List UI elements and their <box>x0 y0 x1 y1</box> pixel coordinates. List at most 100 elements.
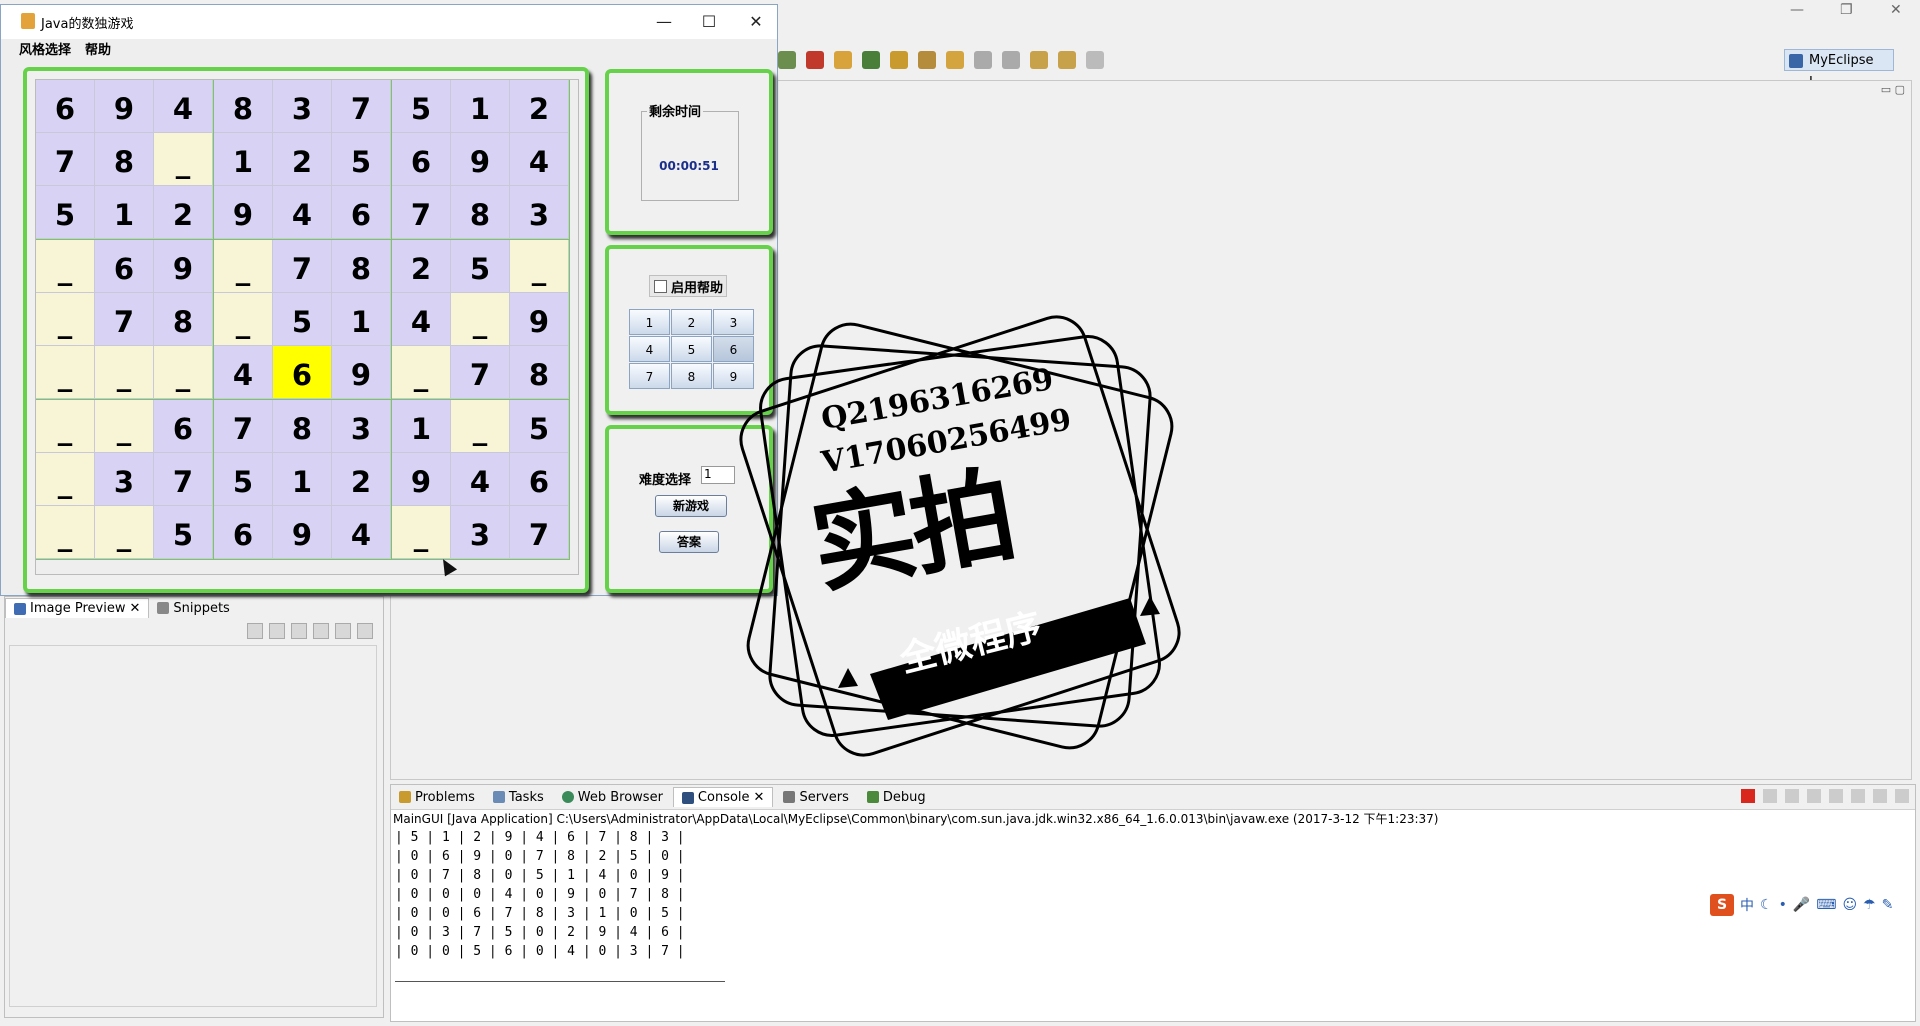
display-console-icon[interactable] <box>1873 789 1887 803</box>
sudoku-cell[interactable]: _ <box>451 293 510 346</box>
keypad-button[interactable]: 8 <box>671 363 712 389</box>
sudoku-cell[interactable]: 9 <box>451 133 510 186</box>
sudoku-cell[interactable]: 5 <box>214 453 273 506</box>
sudoku-cell[interactable]: _ <box>154 346 213 399</box>
sudoku-cell[interactable]: _ <box>392 506 451 559</box>
sudoku-cell[interactable]: 3 <box>510 186 569 239</box>
sudoku-cell[interactable]: 1 <box>332 293 391 346</box>
sudoku-cell[interactable]: 9 <box>95 80 154 133</box>
sudoku-cell[interactable]: 9 <box>273 506 332 559</box>
tab-servers[interactable]: Servers <box>775 788 856 807</box>
sudoku-cell[interactable]: 8 <box>214 80 273 133</box>
sudoku-cell[interactable]: 1 <box>95 186 154 239</box>
sudoku-cell[interactable]: 8 <box>95 133 154 186</box>
sudoku-cell[interactable]: 3 <box>451 506 510 559</box>
keypad-button[interactable]: 2 <box>671 309 712 335</box>
sudoku-cell[interactable]: _ <box>36 346 95 399</box>
sudoku-cell[interactable]: 6 <box>332 186 391 239</box>
sudoku-cell[interactable]: 1 <box>273 453 332 506</box>
sudoku-cell[interactable]: 8 <box>332 240 391 293</box>
sogou-ime-icon[interactable]: S <box>1710 894 1734 916</box>
sudoku-cell[interactable]: 5 <box>273 293 332 346</box>
maximize-button[interactable]: ☐ <box>694 11 724 33</box>
scroll-lock-icon[interactable] <box>1829 789 1843 803</box>
folder-icon[interactable] <box>890 51 908 69</box>
sudoku-cell[interactable]: 9 <box>214 186 273 239</box>
remove-launch-icon[interactable] <box>1763 789 1777 803</box>
sudoku-cell[interactable]: 3 <box>332 400 391 453</box>
debug-icon[interactable] <box>806 51 824 69</box>
mic-icon[interactable]: 🎤 <box>1793 897 1810 913</box>
sync-icon[interactable] <box>247 623 263 639</box>
sudoku-cell[interactable]: 5 <box>451 240 510 293</box>
run-icon[interactable] <box>778 51 796 69</box>
sudoku-cell[interactable]: 9 <box>154 240 213 293</box>
tab-snippets[interactable]: Snippets <box>149 599 237 618</box>
sudoku-cell[interactable]: 2 <box>273 133 332 186</box>
sudoku-cell[interactable]: 2 <box>154 186 213 239</box>
sudoku-cell[interactable]: 6 <box>36 80 95 133</box>
tab-image-preview[interactable]: Image Preview ✕ <box>5 598 150 618</box>
sudoku-cell[interactable]: 7 <box>36 133 95 186</box>
sudoku-cell[interactable]: _ <box>392 346 451 399</box>
zoom-in-icon[interactable] <box>313 623 329 639</box>
difficulty-input[interactable]: 1 <box>701 466 735 484</box>
sudoku-cell[interactable]: 3 <box>95 453 154 506</box>
terminate-icon[interactable] <box>1741 789 1755 803</box>
sudoku-cell[interactable]: 6 <box>510 453 569 506</box>
sudoku-cell[interactable]: 6 <box>273 346 332 399</box>
tab-console[interactable]: Console ✕ <box>672 787 774 807</box>
sudoku-cell[interactable]: 1 <box>392 400 451 453</box>
sudoku-cell[interactable]: 6 <box>95 240 154 293</box>
keypad-button[interactable]: 9 <box>713 363 754 389</box>
sudoku-cell[interactable]: 6 <box>214 506 273 559</box>
sudoku-cell[interactable]: 7 <box>95 293 154 346</box>
keyboard-icon[interactable]: ⌨ <box>1816 897 1836 913</box>
sudoku-cell[interactable]: 7 <box>332 80 391 133</box>
ide-minimize-button[interactable]: — <box>1790 2 1804 18</box>
sudoku-cell[interactable]: 6 <box>392 133 451 186</box>
sudoku-cell[interactable]: 8 <box>451 186 510 239</box>
remove-all-icon[interactable] <box>1785 789 1799 803</box>
close-icon[interactable]: ✕ <box>129 601 140 616</box>
sudoku-cell[interactable]: 4 <box>214 346 273 399</box>
sudoku-cell[interactable]: _ <box>36 453 95 506</box>
punctuation-icon[interactable]: • <box>1779 897 1787 913</box>
fit-icon[interactable] <box>269 623 285 639</box>
sudoku-cell[interactable]: 4 <box>154 80 213 133</box>
checkbox-icon[interactable] <box>654 279 667 293</box>
keypad-button[interactable]: 5 <box>671 336 712 362</box>
ide-restore-button[interactable]: ❐ <box>1840 2 1853 18</box>
sudoku-cell[interactable]: _ <box>95 506 154 559</box>
open-icon[interactable] <box>946 51 964 69</box>
sudoku-cell[interactable]: _ <box>214 240 273 293</box>
close-button[interactable]: ✕ <box>741 11 771 33</box>
keypad-button[interactable]: 6 <box>713 336 754 362</box>
sudoku-cell[interactable]: 9 <box>332 346 391 399</box>
sudoku-cell[interactable]: 5 <box>392 80 451 133</box>
deploy-icon[interactable] <box>918 51 936 69</box>
sudoku-cell[interactable]: _ <box>36 293 95 346</box>
close-icon[interactable]: ✕ <box>754 790 765 805</box>
ide-close-button[interactable]: ✕ <box>1890 2 1902 18</box>
clear-console-icon[interactable] <box>1807 789 1821 803</box>
keypad-button[interactable]: 7 <box>629 363 670 389</box>
sudoku-cell[interactable]: 9 <box>392 453 451 506</box>
keypad-button[interactable]: 3 <box>713 309 754 335</box>
sudoku-cell[interactable]: 5 <box>154 506 213 559</box>
answer-button[interactable]: 答案 <box>659 531 719 553</box>
pin-console-icon[interactable] <box>1851 789 1865 803</box>
new-game-button[interactable]: 新游戏 <box>655 495 727 517</box>
sudoku-cell[interactable]: 2 <box>392 240 451 293</box>
prev-annotation-icon[interactable] <box>1002 51 1020 69</box>
tab-web-browser[interactable]: Web Browser <box>554 788 671 807</box>
skin-icon[interactable]: ☂ <box>1863 897 1876 913</box>
sudoku-cell[interactable]: 7 <box>451 346 510 399</box>
undo-icon[interactable] <box>1058 51 1076 69</box>
package-icon[interactable] <box>834 51 852 69</box>
ime-mode-label[interactable]: 中 <box>1740 895 1754 915</box>
sudoku-cell[interactable]: 4 <box>451 453 510 506</box>
refresh-icon[interactable] <box>862 51 880 69</box>
window-titlebar[interactable]: Java的数独游戏 — ☐ ✕ <box>1 5 777 39</box>
sudoku-cell[interactable]: _ <box>36 400 95 453</box>
